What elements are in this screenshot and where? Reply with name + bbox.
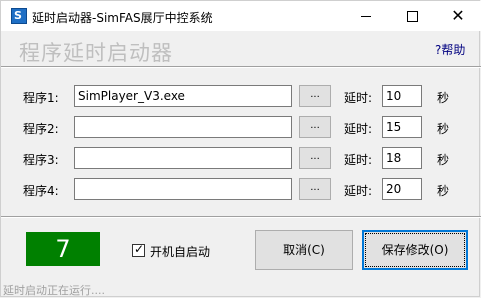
delay-input[interactable] [382,147,422,169]
minimize-button[interactable] [343,1,389,31]
delay-input[interactable] [382,116,422,138]
delay-input[interactable] [382,178,422,200]
program-row-2: 程序2: ... 延时: 秒 [1,116,481,140]
close-icon: ✕ [451,6,465,25]
delay-input[interactable] [382,85,422,107]
countdown-display: 7 [26,232,100,266]
maximize-button[interactable] [389,1,435,31]
program-label: 程序1: [23,91,59,105]
divider-highlight [1,217,481,218]
delay-label: 延时: [344,91,373,105]
app-window: S 延时启动器-SimFAS展厅中控系统 ✕ 程序延时启动器 ?帮助 程序1: … [0,0,481,297]
autostart-checkbox[interactable]: ✓ [132,242,145,257]
delay-label: 延时: [344,184,373,198]
minimize-icon [361,15,371,17]
program-path-input[interactable] [74,85,292,107]
focus-ring [365,233,465,267]
cancel-button[interactable]: 取消(C) [255,230,353,270]
delay-label: 延时: [344,122,373,136]
title-bar[interactable]: S 延时启动器-SimFAS展厅中控系统 ✕ [1,1,481,31]
program-label: 程序4: [23,184,59,198]
delay-label: 延时: [344,153,373,167]
save-button[interactable]: 保存修改(O) [362,230,468,270]
help-link[interactable]: ?帮助 [435,41,465,58]
seconds-label: 秒 [437,122,450,136]
status-text: 延时启动正在运行.... [3,284,105,297]
check-icon: ✓ [134,242,145,256]
seconds-label: 秒 [437,184,450,198]
program-path-input[interactable] [74,116,292,138]
divider-highlight [1,67,481,68]
program-label: 程序2: [23,122,59,136]
seconds-label: 秒 [437,153,450,167]
browse-button[interactable]: ... [299,147,331,169]
program-label: 程序3: [23,153,59,167]
window-title: 延时启动器-SimFAS展厅中控系统 [32,11,213,25]
app-icon: S [11,8,27,24]
program-row-1: 程序1: ... 延时: 秒 [1,85,481,109]
autostart-label[interactable]: 开机自启动 [150,243,210,260]
program-row-4: 程序4: ... 延时: 秒 [1,178,481,202]
close-button[interactable]: ✕ [435,1,481,31]
browse-button[interactable]: ... [299,116,331,138]
page-title: 程序延时启动器 [19,41,173,65]
browse-button[interactable]: ... [299,178,331,200]
browse-button[interactable]: ... [299,85,331,107]
program-row-3: 程序3: ... 延时: 秒 [1,147,481,171]
maximize-icon [406,10,418,22]
program-path-input[interactable] [74,147,292,169]
program-path-input[interactable] [74,178,292,200]
seconds-label: 秒 [437,91,450,105]
